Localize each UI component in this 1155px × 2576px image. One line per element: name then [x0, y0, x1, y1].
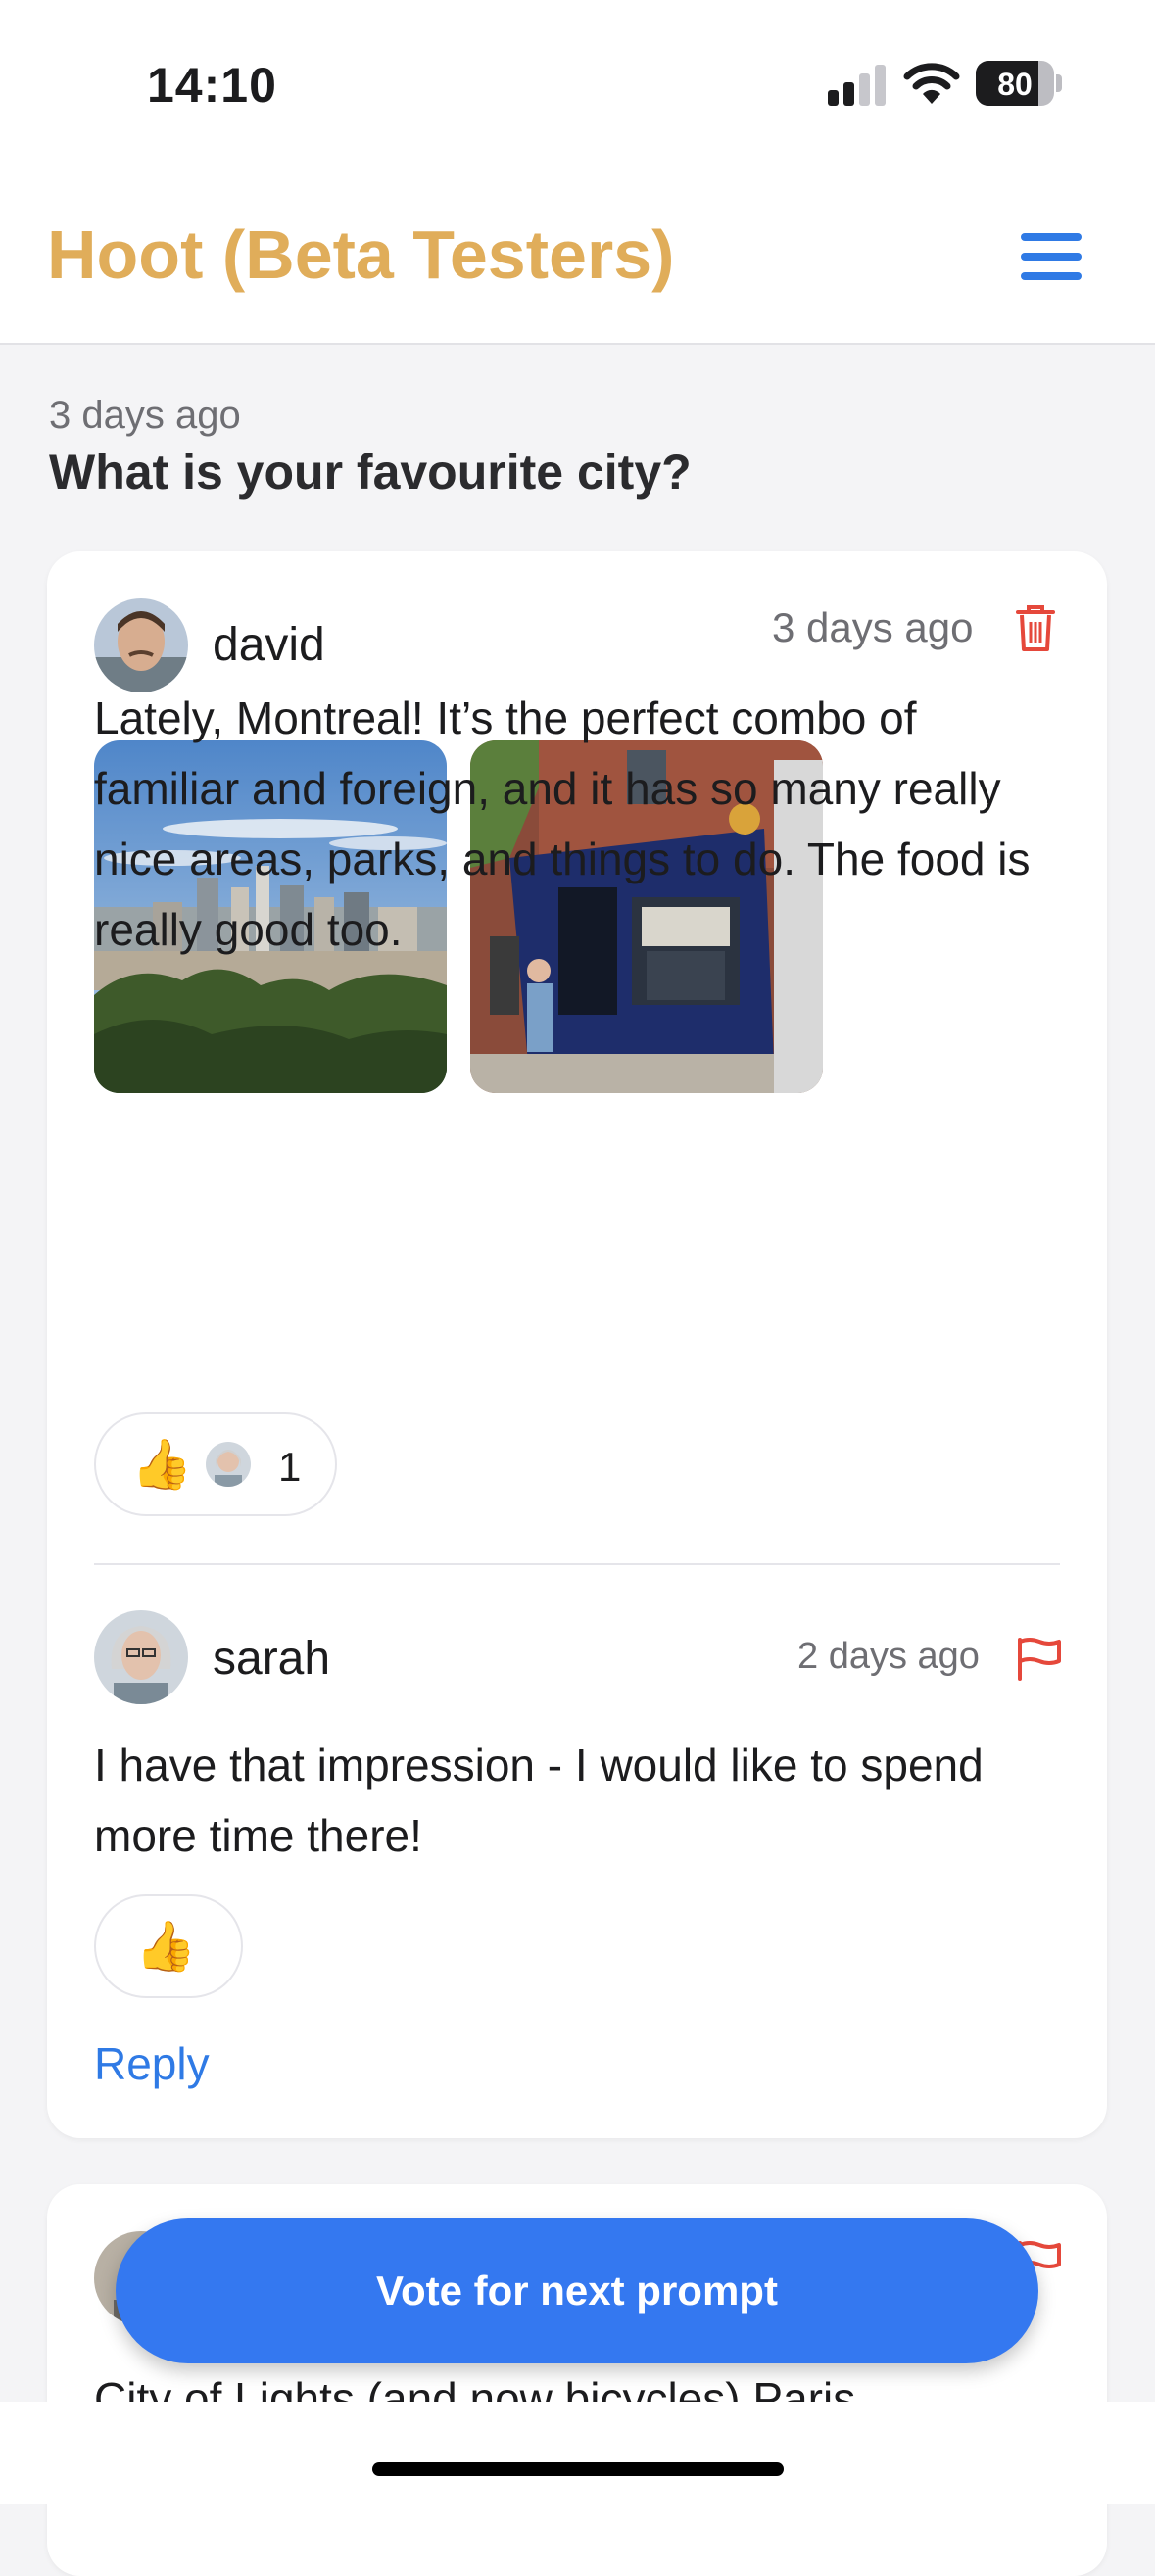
bottom-safe-area — [0, 2402, 1155, 2504]
thumbs-up-emoji: 👍 — [131, 1436, 193, 1493]
wifi-icon — [903, 63, 960, 104]
app-title: Hoot (Beta Testers) — [47, 216, 675, 293]
avatar-sarah[interactable] — [94, 1610, 188, 1704]
thumbs-up-emoji: 👍 — [135, 1918, 197, 1975]
prompt-timestamp: 3 days ago — [49, 394, 241, 437]
comment-reaction-button[interactable]: 👍 — [94, 1894, 243, 1998]
app-header: Hoot (Beta Testers) — [0, 167, 1155, 345]
comment-divider — [94, 1563, 1060, 1565]
flag-icon[interactable] — [1015, 1636, 1064, 1681]
status-time: 14:10 — [147, 58, 277, 113]
reaction-count: 1 — [278, 1444, 302, 1490]
battery-tip — [1056, 74, 1062, 92]
vote-for-next-prompt-button[interactable]: Vote for next prompt — [116, 2218, 1038, 2363]
comment-author[interactable]: sarah — [213, 1632, 330, 1686]
comment-timestamp: 2 days ago — [797, 1636, 980, 1677]
post-timestamp: 3 days ago — [772, 604, 974, 650]
hamburger-menu-icon[interactable] — [1017, 227, 1085, 286]
trash-icon[interactable] — [1014, 602, 1057, 653]
post-card: david 3 days ago Lately, Montreal! It’s … — [47, 551, 1107, 2138]
post-author[interactable]: david — [213, 618, 325, 672]
avatar-david[interactable] — [94, 598, 188, 692]
battery-icon: 80 — [976, 61, 1054, 106]
post-body: Lately, Montreal! It’s the perfect combo… — [94, 692, 1031, 955]
reactor-avatar — [206, 1442, 251, 1487]
home-indicator[interactable] — [372, 2462, 784, 2476]
prompt-question: What is your favourite city? — [49, 445, 692, 500]
comment-body: I have that impression - I would like to… — [94, 1740, 984, 1861]
status-bar: 14:10 80 — [0, 0, 1155, 167]
battery-percentage: 80 — [997, 67, 1033, 102]
reply-link[interactable]: Reply — [94, 2037, 210, 2090]
reaction-thumbs-up[interactable]: 👍 1 — [94, 1412, 337, 1516]
cellular-signal-icon — [828, 65, 887, 106]
